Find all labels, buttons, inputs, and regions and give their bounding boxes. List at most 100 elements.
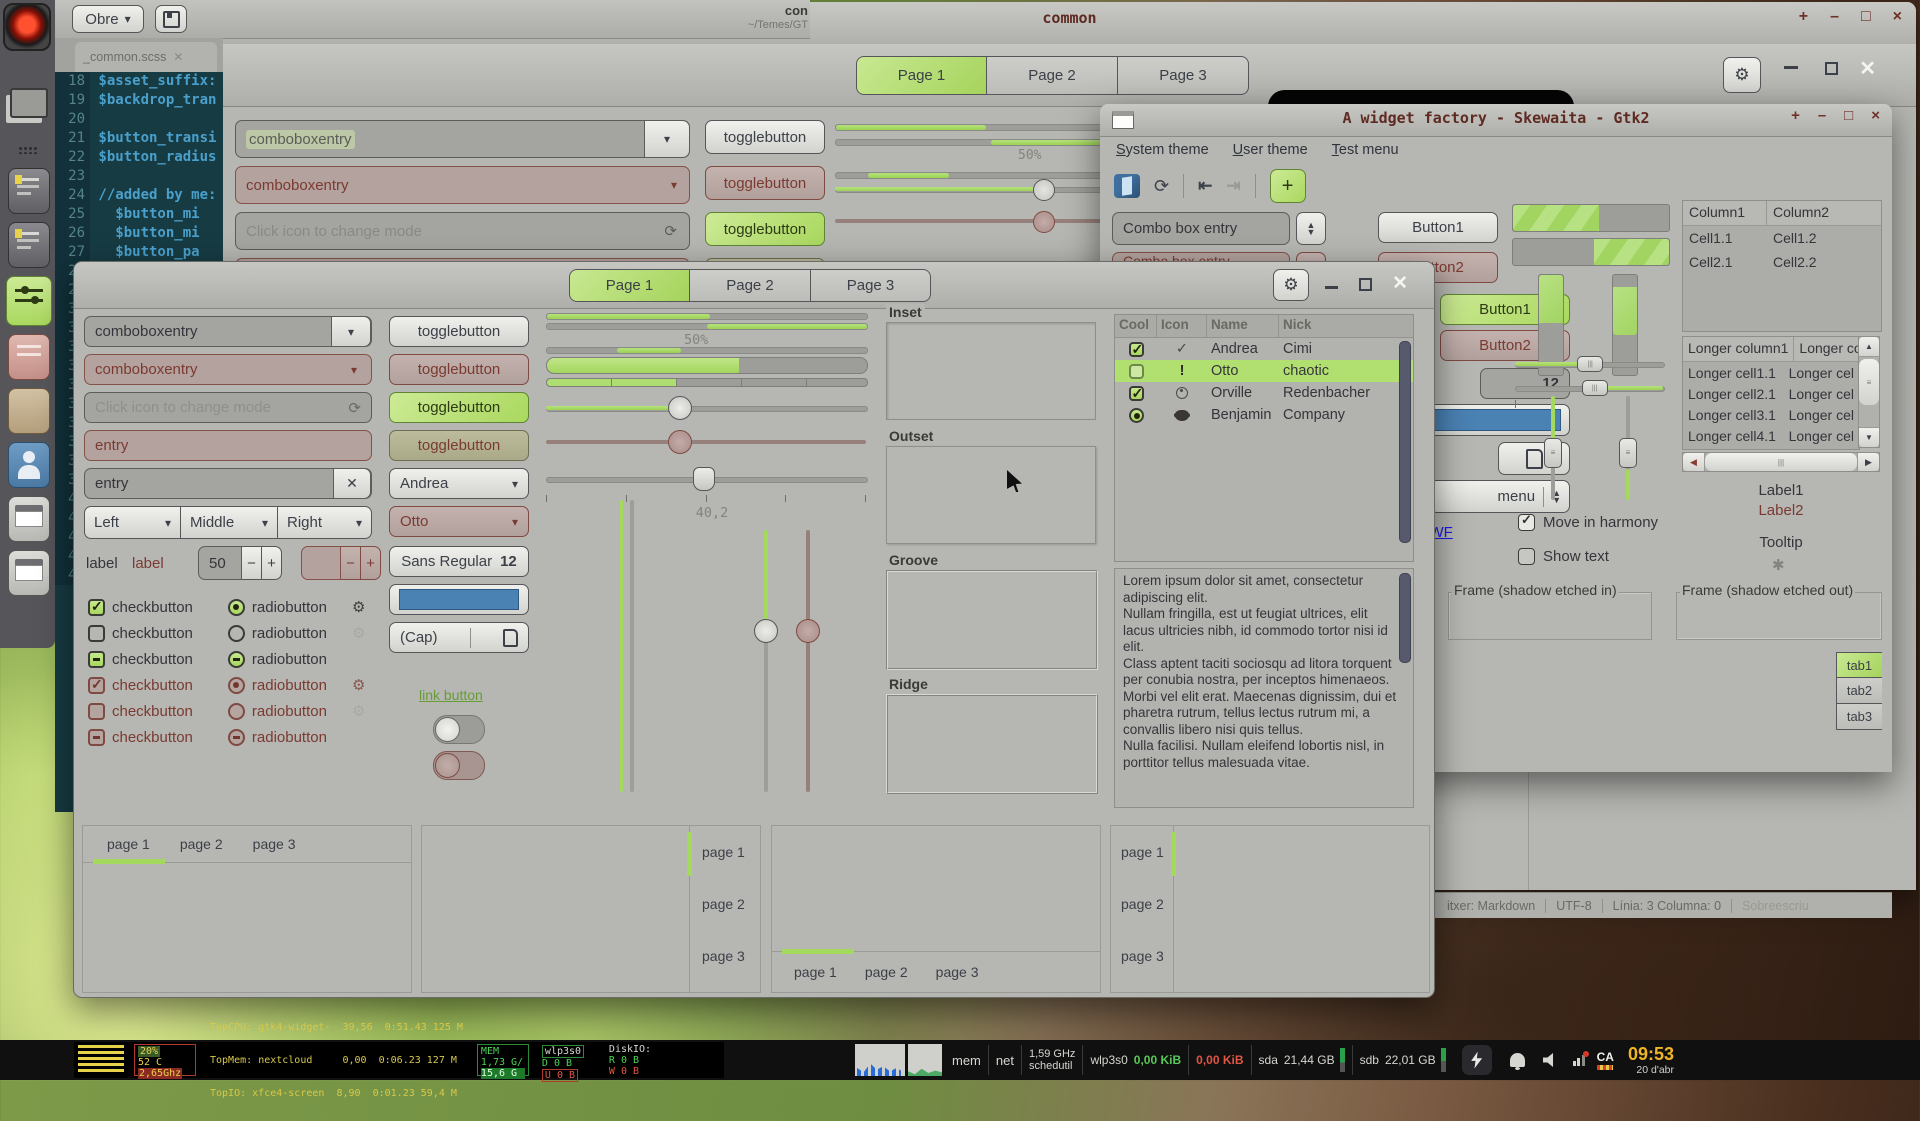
gear-icon[interactable]: ⚙: [352, 676, 365, 694]
volume-icon[interactable]: [1543, 1053, 1559, 1067]
radiobutton[interactable]: [228, 651, 245, 668]
col-header-nick[interactable]: Nick: [1279, 315, 1413, 337]
open-button[interactable]: Obre▾: [72, 5, 144, 33]
nb-tab-page3[interactable]: page 3: [690, 930, 760, 982]
dock-item-window2[interactable]: [8, 550, 50, 596]
dock-item-script2[interactable]: [8, 222, 50, 268]
front-minimize-button[interactable]: [1325, 286, 1338, 289]
bg-comboboxentry[interactable]: comboboxentry ▾: [235, 120, 690, 158]
minimize-button[interactable]: –: [1830, 8, 1839, 26]
checkbutton[interactable]: [88, 625, 105, 642]
gtk2-table2[interactable]: Longer column1 Longer col Longer cell1.1…: [1682, 336, 1860, 450]
color-button[interactable]: [389, 584, 529, 615]
cpu-freq[interactable]: 1,59 GHzschedutil: [1029, 1048, 1075, 1072]
close-button[interactable]: ×: [1893, 8, 1902, 26]
tab1[interactable]: tab1: [1836, 652, 1882, 678]
menu-test-menu[interactable]: Test menu: [1332, 142, 1399, 158]
front-gear-button[interactable]: ⚙: [1273, 269, 1309, 301]
maximize-button[interactable]: □: [1861, 8, 1871, 26]
pin-button[interactable]: +: [1799, 8, 1808, 26]
editor-tab[interactable]: _common.scss ✕: [75, 42, 217, 72]
front-tab-page1[interactable]: Page 1: [569, 269, 690, 302]
nb-tab-page1[interactable]: page 1: [107, 836, 150, 852]
gtk2-hscale-2[interactable]: |||: [1515, 380, 1663, 396]
nb-tab-page2[interactable]: page 2: [1111, 878, 1173, 930]
nb-tab-page2[interactable]: page 2: [690, 878, 760, 930]
treeview[interactable]: Cool Icon Name Nick ✓ Andrea Cimi ! Otto…: [1114, 314, 1414, 562]
bg-minimize-button[interactable]: [1784, 66, 1798, 69]
bg-gear-button[interactable]: ⚙: [1723, 57, 1761, 93]
add-button[interactable]: +: [1270, 169, 1306, 203]
hal-eye-icon[interactable]: [3, 3, 51, 51]
nb-tab-page2[interactable]: page 2: [180, 836, 223, 852]
slider-handle[interactable]: [1033, 179, 1055, 201]
front-close-button[interactable]: ✕: [1392, 272, 1408, 295]
spin-minus-button[interactable]: −: [242, 546, 262, 580]
gear-icon[interactable]: ⚙: [352, 624, 365, 642]
front-tab-page3[interactable]: Page 3: [811, 269, 931, 302]
col-header[interactable]: Column1: [1683, 201, 1767, 225]
close-button[interactable]: ×: [1871, 107, 1880, 124]
wifi-label[interactable]: wlp3s0: [1090, 1053, 1127, 1067]
radiobutton[interactable]: [228, 625, 245, 642]
vscale-line-green[interactable]: [620, 500, 623, 792]
bg-restore-button[interactable]: [1825, 62, 1838, 75]
checkbutton[interactable]: [88, 599, 105, 616]
slider-handle[interactable]: ≡: [1619, 438, 1637, 468]
tab3[interactable]: tab3: [1836, 704, 1882, 730]
spin-plus-button[interactable]: +: [262, 546, 282, 580]
slider-handle[interactable]: |||: [1582, 380, 1608, 396]
gtk2-vscrollbar[interactable]: ▲ ≡ ▼: [1858, 336, 1880, 448]
gtk2-button1[interactable]: Button1: [1378, 212, 1498, 243]
slider-handle[interactable]: [668, 396, 692, 420]
combo-middle[interactable]: Middle▾: [181, 506, 278, 539]
scroll-down-icon[interactable]: ▼: [1859, 427, 1879, 447]
gtk2-combo-spin[interactable]: ▲▼: [1296, 212, 1326, 245]
spinbutton[interactable]: 50 − +: [198, 546, 282, 580]
chevron-down-icon[interactable]: ▾: [331, 316, 371, 347]
gtk2-hscrollbar[interactable]: ◀ ||| ▶: [1682, 452, 1880, 472]
pin-button[interactable]: +: [1791, 107, 1800, 124]
scroll-thumb[interactable]: ≡: [1859, 359, 1879, 405]
gear-icon[interactable]: ⚙: [352, 702, 365, 720]
gtk2-vscale-2[interactable]: ≡: [1619, 396, 1637, 500]
disk2-label[interactable]: sdb: [1360, 1053, 1379, 1067]
front-tab-page2[interactable]: Page 2: [690, 269, 811, 302]
tree-row[interactable]: ✓ Andrea Cimi: [1115, 338, 1413, 360]
bg-togglebutton-3[interactable]: togglebutton: [705, 212, 825, 246]
combo-right[interactable]: Right▾: [278, 506, 372, 539]
bg-mode-entry[interactable]: Click icon to change mode ⟳: [235, 212, 690, 250]
combo-left[interactable]: Left▾: [84, 506, 181, 539]
dock-item-user[interactable]: [8, 442, 50, 488]
tree-row[interactable]: Orville Redenbacher: [1115, 382, 1413, 404]
dock-item-active-app[interactable]: [6, 276, 52, 326]
menu-user-theme[interactable]: User theme: [1233, 142, 1308, 158]
col-header[interactable]: Longer col: [1794, 337, 1860, 361]
gtk2-check-harmony[interactable]: ✓ Move in harmony: [1518, 514, 1658, 531]
window-stack-icon[interactable]: [10, 88, 48, 118]
gtk2-vscale-1[interactable]: ≡: [1544, 396, 1562, 500]
slider-handle[interactable]: ≡: [1544, 438, 1562, 468]
switch-knob[interactable]: [435, 717, 460, 742]
name-combobox[interactable]: Andrea▾: [389, 468, 529, 499]
gtk2-titlebar[interactable]: A widget factory - Skewaita - Gtk2 +–□×: [1100, 104, 1892, 137]
bg-tab-page1[interactable]: Page 1: [856, 56, 987, 95]
link-button[interactable]: link button: [419, 687, 483, 703]
tree-row[interactable]: Benjamin Company: [1115, 404, 1413, 426]
notification-bell-icon[interactable]: [1510, 1053, 1525, 1067]
scroll-up-icon[interactable]: ▲: [1859, 337, 1879, 357]
refresh-icon[interactable]: ⟳: [1154, 176, 1169, 197]
gear-icon[interactable]: ⚙: [352, 598, 365, 616]
app-icon[interactable]: [1114, 174, 1140, 198]
bg-tab-page3[interactable]: Page 3: [1118, 56, 1249, 95]
menu-system-theme[interactable]: System theme: [1116, 142, 1209, 158]
network-icon[interactable]: [1573, 1055, 1585, 1066]
nb-tab-page3[interactable]: page 3: [936, 964, 979, 980]
nb-tab-page1[interactable]: page 1: [794, 964, 837, 980]
bg-headerbar[interactable]: Page 1 Page 2 Page 3 ⚙ ✕: [223, 44, 1916, 107]
net-graph[interactable]: [908, 1044, 942, 1076]
refresh-icon[interactable]: ⟳: [664, 222, 677, 240]
disk1-label[interactable]: sda: [1259, 1053, 1278, 1067]
bg-close-button[interactable]: ✕: [1859, 56, 1876, 81]
nb-tab-page3[interactable]: page 3: [1111, 930, 1173, 982]
